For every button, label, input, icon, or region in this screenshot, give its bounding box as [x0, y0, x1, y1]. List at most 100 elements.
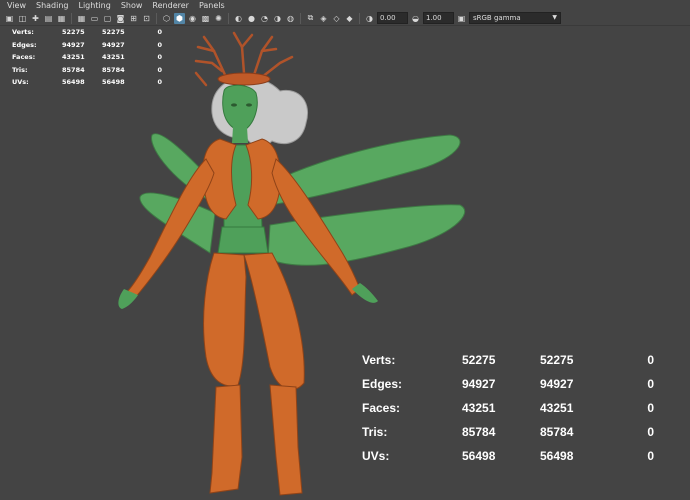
- motion-blur-icon[interactable]: ◔: [259, 13, 270, 24]
- menu-lighting[interactable]: Lighting: [78, 0, 110, 11]
- hud-label: Tris:: [362, 425, 388, 439]
- hud-label: Verts:: [362, 353, 396, 367]
- resolution-gate-icon[interactable]: ▢: [102, 13, 113, 24]
- hud-value: 56498: [462, 449, 496, 463]
- hud-value: 94927: [62, 40, 85, 49]
- toolbar-separator: [228, 12, 229, 24]
- hud-value: 56498: [540, 449, 574, 463]
- hud-label: UVs:: [12, 78, 29, 87]
- grid-icon[interactable]: ▦: [76, 13, 87, 24]
- hud-label: Tris:: [12, 65, 28, 74]
- left-boot: [209, 384, 243, 494]
- safe-action-icon[interactable]: ⊡: [141, 13, 152, 24]
- isolate-select-icon[interactable]: ⧉: [305, 13, 316, 24]
- camera-select-icon[interactable]: ▣: [4, 13, 15, 24]
- hud-label: Edges:: [362, 377, 403, 391]
- hud-value: 56498: [62, 78, 85, 87]
- menu-renderer[interactable]: Renderer: [152, 0, 189, 11]
- textured-icon[interactable]: ▩: [200, 13, 211, 24]
- screen-ao-icon[interactable]: ●: [246, 13, 257, 24]
- film-gate-icon[interactable]: ▭: [89, 13, 100, 24]
- toolbar-separator: [156, 12, 157, 24]
- bookmark-icon[interactable]: ✚: [30, 13, 41, 24]
- hud-value: 85784: [540, 425, 574, 439]
- hud-value: 85784: [462, 425, 496, 439]
- hud-label: UVs:: [362, 449, 390, 463]
- hud-label: Verts:: [12, 28, 34, 37]
- hud-value: 43251: [462, 401, 496, 415]
- neck: [232, 127, 248, 143]
- hud-value: 0: [157, 78, 162, 87]
- gate-mask-icon[interactable]: ◙: [115, 13, 126, 24]
- smooth-shade-icon[interactable]: ⬢: [174, 12, 185, 24]
- anti-alias-icon[interactable]: ◑: [272, 13, 283, 24]
- viewport-toolbar: ▣ ◫ ✚ ▤ ▦ ▦ ▭ ▢ ◙ ⊞ ⊡ ⬡ ⬢ ◉ ▩ ✺ ◐ ● ◔ ◑ …: [0, 11, 690, 26]
- hud-row-verts: Verts: 52275 52275 0: [362, 348, 654, 372]
- hud-row-faces: Faces: 43251 43251 0: [362, 396, 654, 420]
- hud-row-uvs: UVs: 56498 56498 0: [362, 444, 654, 468]
- toolbar-separator: [359, 12, 360, 24]
- poly-count-hud-small: Verts: 52275 52275 0 Edges: 94927 94927 …: [12, 26, 162, 89]
- gamma-icon[interactable]: ◒: [410, 13, 421, 24]
- image-plane-icon[interactable]: ▤: [43, 13, 54, 24]
- hud-value: 52275: [462, 353, 496, 367]
- hud-label: Faces:: [12, 53, 36, 62]
- hud-value: 94927: [540, 377, 574, 391]
- left-eye: [231, 103, 237, 107]
- hud-label: Edges:: [12, 40, 37, 49]
- xray-icon[interactable]: ◈: [318, 13, 329, 24]
- hud-value: 85784: [102, 65, 125, 74]
- hud-value: 94927: [462, 377, 496, 391]
- hud-value: 0: [647, 401, 654, 415]
- hud-value: 43251: [540, 401, 574, 415]
- hud-value: 0: [157, 65, 162, 74]
- hud-value: 85784: [62, 65, 85, 74]
- backface-culling-icon[interactable]: ◆: [344, 13, 355, 24]
- exposure-field[interactable]: 0.00: [377, 12, 408, 24]
- menu-panels[interactable]: Panels: [199, 0, 225, 11]
- hud-value: 52275: [62, 28, 85, 37]
- menu-show[interactable]: Show: [121, 0, 143, 11]
- chevron-down-icon: ▼: [552, 14, 557, 21]
- waist-skin: [217, 226, 269, 254]
- hud-value: 52275: [540, 353, 574, 367]
- default-material-icon[interactable]: ◉: [187, 13, 198, 24]
- hud-value: 0: [647, 449, 654, 463]
- right-boot: [269, 384, 303, 496]
- hud-value: 0: [157, 40, 162, 49]
- hud-value: 43251: [102, 53, 125, 62]
- grid-2d-icon[interactable]: ▦: [56, 13, 67, 24]
- hud-value: 43251: [62, 53, 85, 62]
- use-lights-icon[interactable]: ✺: [213, 13, 224, 24]
- wireframe-icon[interactable]: ⬡: [161, 13, 172, 24]
- hud-row-tris: Tris: 85784 85784 0: [362, 420, 654, 444]
- left-pant: [203, 252, 247, 387]
- camera-attributes-icon[interactable]: ◫: [17, 13, 28, 24]
- viewport-menubar: View Shading Lighting Show Renderer Pane…: [0, 0, 690, 11]
- hud-row-faces: Faces: 43251 43251 0: [12, 51, 162, 64]
- hud-row-uvs: UVs: 56498 56498 0: [12, 76, 162, 89]
- hud-value: 0: [647, 377, 654, 391]
- exposure-icon[interactable]: ◑: [364, 13, 375, 24]
- color-space-dropdown[interactable]: sRGB gamma ▼: [469, 12, 561, 24]
- toolbar-separator: [71, 12, 72, 24]
- hud-value: 56498: [102, 78, 125, 87]
- hud-value: 94927: [102, 40, 125, 49]
- gamma-field[interactable]: 1.00: [423, 12, 454, 24]
- hud-value: 52275: [102, 28, 125, 37]
- hud-value: 0: [157, 53, 162, 62]
- right-eye: [246, 103, 252, 107]
- shadows-icon[interactable]: ◐: [233, 13, 244, 24]
- color-space-value: sRGB gamma: [473, 14, 521, 22]
- depth-of-field-icon[interactable]: ◍: [285, 13, 296, 24]
- hud-row-tris: Tris: 85784 85784 0: [12, 64, 162, 77]
- toolbar-separator: [300, 12, 301, 24]
- xray-joints-icon[interactable]: ◇: [331, 13, 342, 24]
- color-management-icon[interactable]: ▣: [456, 13, 467, 24]
- menu-shading[interactable]: Shading: [36, 0, 69, 11]
- menu-view[interactable]: View: [7, 0, 26, 11]
- field-chart-icon[interactable]: ⊞: [128, 13, 139, 24]
- right-pant: [243, 252, 305, 391]
- hud-value: 0: [157, 28, 162, 37]
- hud-value: 0: [647, 353, 654, 367]
